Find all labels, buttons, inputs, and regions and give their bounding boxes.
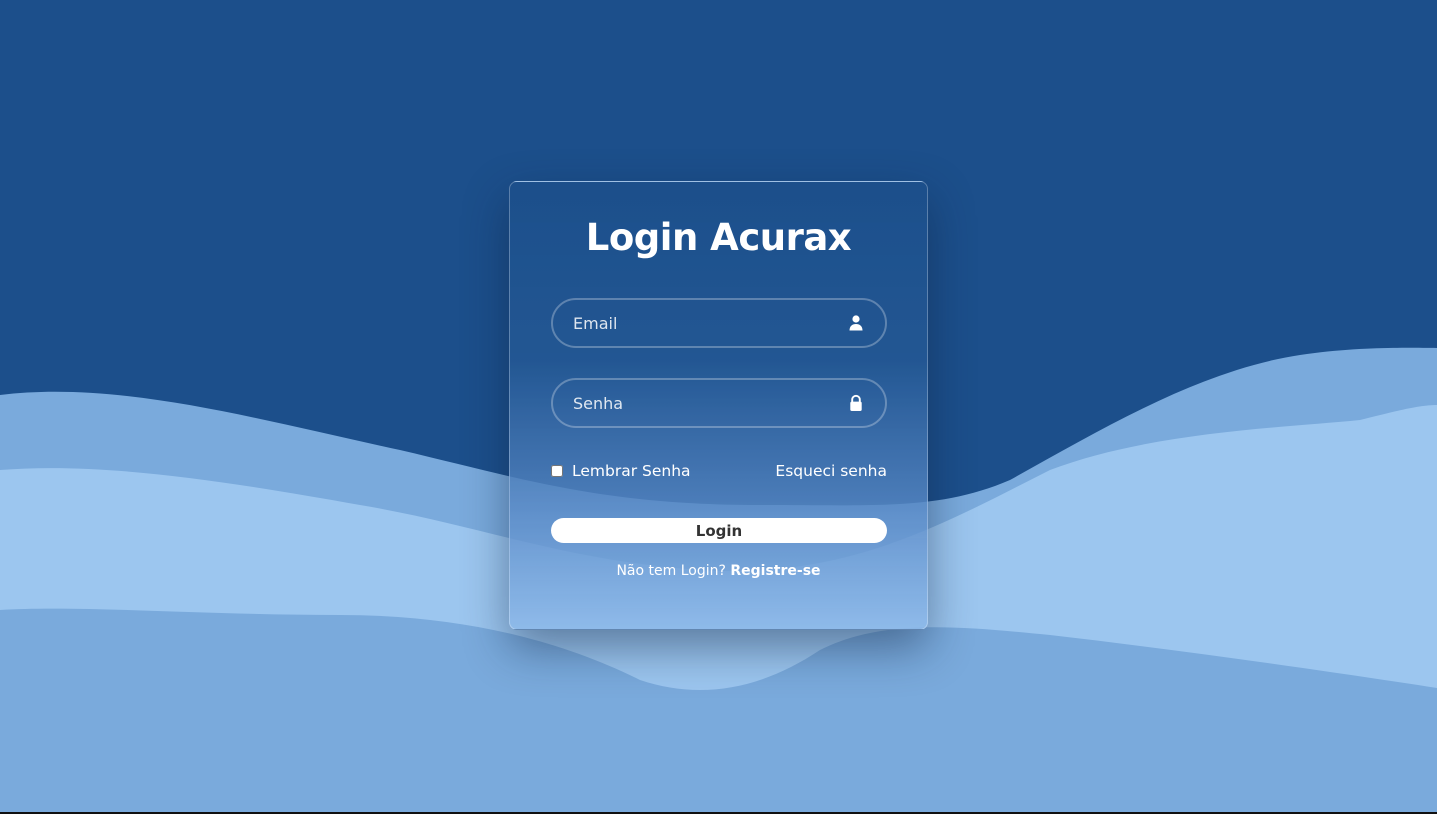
remember-row: Lembrar Senha Esqueci senha	[551, 460, 887, 482]
login-title: Login Acurax	[585, 216, 852, 259]
remember-checkbox[interactable]	[551, 465, 563, 477]
remember-text: Lembrar Senha	[572, 462, 691, 480]
password-input-box	[551, 378, 887, 428]
register-prompt-row: Não tem Login? Registre-se	[510, 563, 927, 579]
forgot-password-link[interactable]: Esqueci senha	[775, 460, 887, 482]
user-icon	[849, 315, 863, 331]
register-link[interactable]: Registre-se	[730, 563, 820, 579]
remember-label[interactable]: Lembrar Senha	[551, 460, 691, 482]
email-input[interactable]	[553, 300, 885, 346]
password-input[interactable]	[553, 380, 885, 426]
lock-icon	[850, 394, 862, 411]
email-input-box	[551, 298, 887, 348]
register-prompt-text: Não tem Login?	[616, 563, 726, 579]
login-card: Login Acurax Lembrar Senha Esqueci senha…	[509, 181, 928, 630]
login-button[interactable]: Login	[551, 518, 887, 543]
